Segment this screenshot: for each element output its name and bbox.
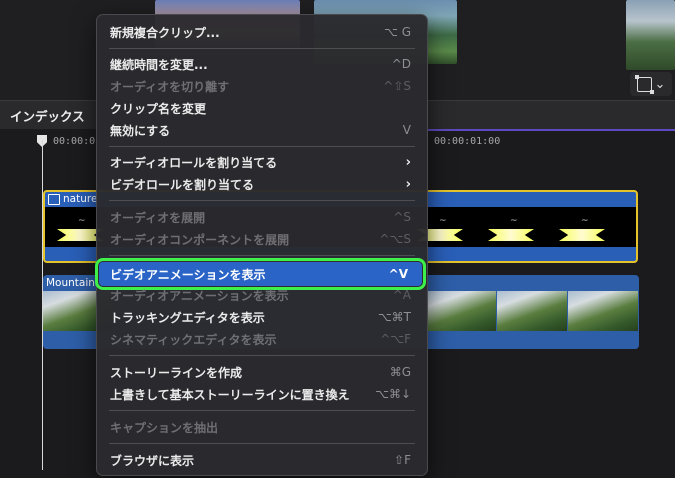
clip-label: nature: [48, 193, 97, 205]
menu-item-label: オーディオを切り離す: [110, 79, 230, 94]
menu-separator: [109, 255, 415, 256]
clip-frame: [497, 291, 567, 331]
menu-separator: [109, 146, 415, 147]
menu-item-show-cinematic-editor: シネマティックエディタを表示 ^⌥F: [97, 328, 427, 350]
menu-item-shortcut: ^A: [392, 288, 411, 302]
menu-item-disable[interactable]: 無効にする V: [97, 119, 427, 141]
menu-item-show-audio-animation: オーディオアニメーションを表示 ^A: [97, 284, 427, 306]
menu-item-label: オーディオロールを割り当てる: [110, 155, 278, 170]
menu-item-label: ビデオアニメーションを表示: [110, 267, 266, 282]
title-mark: ~: [439, 216, 447, 226]
menu-item-shortcut: ^V: [388, 267, 408, 281]
menu-item-shortcut: ⇧F: [394, 453, 411, 467]
menu-item-shortcut: ⌘G: [389, 365, 411, 379]
menu-item-label: トラッキングエディタを表示: [110, 310, 265, 325]
menu-item-label: オーディオコンポーネントを展開: [110, 232, 290, 247]
menu-item-show-tracking-editor[interactable]: トラッキングエディタを表示 ⌥⌘T: [97, 306, 427, 328]
menu-item-label: 継続時間を変更...: [110, 57, 208, 72]
menu-item-new-compound-clip[interactable]: 新規複合クリップ... ⌥ G: [97, 21, 427, 43]
menu-item-detach-audio: オーディオを切り離す ^⇧S: [97, 75, 427, 97]
ruler-timecode-1s: 00:00:01:00: [434, 136, 501, 147]
clip-frame: [426, 291, 496, 331]
menu-separator: [109, 200, 415, 201]
clip-frame: [568, 291, 638, 331]
index-button[interactable]: インデックス: [10, 106, 85, 125]
menu-item-overwrite-primary-storyline[interactable]: 上書きして基本ストーリーラインに置き換え ⌥⌘↓: [97, 383, 427, 405]
menu-item-create-storyline[interactable]: ストーリーラインを作成 ⌘G: [97, 361, 427, 383]
menu-item-extract-captions: キャプションを抽出: [97, 416, 427, 438]
menu-item-label: ビデオロールを割り当てる: [110, 177, 255, 192]
menu-item-shortcut: V: [402, 123, 411, 137]
menu-item-shortcut: ^⇧S: [383, 79, 411, 93]
context-menu: 新規複合クリップ... ⌥ G 継続時間を変更... ^D オーディオを切り離す…: [95, 14, 428, 476]
menu-item-assign-audio-roles[interactable]: オーディオロールを割り当てる ›: [97, 151, 427, 173]
title-mark: ~: [510, 216, 518, 226]
menu-item-shortcut: ^S: [393, 210, 411, 224]
menu-item-shortcut: ⌥⌘T: [377, 310, 411, 324]
transform-icon: [634, 74, 654, 94]
menu-separator: [109, 410, 415, 411]
menu-item-label: オーディオアニメーションを表示: [110, 288, 289, 303]
chevron-right-icon: ›: [405, 154, 411, 170]
clip-name: Mountains: [46, 277, 101, 289]
menu-item-label: シネマティックエディタを表示: [110, 332, 277, 347]
menu-item-assign-video-roles[interactable]: ビデオロールを割り当てる ›: [97, 173, 427, 195]
menu-item-show-video-animation[interactable]: ビデオアニメーションを表示 ^V: [95, 258, 426, 290]
menu-item-label: 新規複合クリップ...: [110, 25, 220, 40]
menu-item-expand-audio-components: オーディオコンポーネントを展開 ^⌥S: [97, 228, 427, 250]
menu-item-label: オーディオを展開: [110, 210, 206, 225]
menu-item-label: ブラウザに表示: [110, 453, 195, 468]
menu-item-shortcut: ^D: [391, 57, 411, 71]
menu-separator: [109, 48, 415, 49]
menu-item-reveal-in-browser[interactable]: ブラウザに表示 ⇧F: [97, 449, 427, 471]
menu-separator: [109, 443, 415, 444]
menu-item-label: 無効にする: [110, 123, 171, 138]
compound-clip-icon: [48, 193, 60, 205]
playhead[interactable]: [42, 140, 43, 470]
menu-item-shortcut: ^⌥S: [379, 232, 412, 246]
chevron-down-icon: ⌄: [654, 76, 666, 92]
menu-item-label: ストーリーラインを作成: [110, 365, 243, 380]
menu-item-label: クリップ名を変更: [110, 101, 207, 116]
menu-item-change-duration[interactable]: 継続時間を変更... ^D: [97, 53, 427, 75]
menu-item-expand-audio: オーディオを展開 ^S: [97, 206, 427, 228]
clip-name: nature: [63, 193, 98, 205]
viewer-preview: [626, 0, 675, 70]
menu-item-shortcut: ^⌥F: [380, 332, 411, 346]
menu-item-label: キャプションを抽出: [110, 420, 219, 435]
chevron-right-icon: ›: [405, 176, 411, 192]
title-mark: ~: [581, 216, 589, 226]
menu-item-label: 上書きして基本ストーリーラインに置き換え: [110, 387, 350, 402]
menu-separator: [109, 355, 415, 356]
menu-item-shortcut: ⌥ G: [384, 25, 411, 39]
transform-tool-button[interactable]: ⌄: [630, 72, 672, 96]
title-mark: ~: [78, 216, 86, 226]
ruler-timecode-start: 00:00:0: [53, 136, 96, 147]
range-indicator: [425, 129, 675, 131]
menu-item-rename-clip[interactable]: クリップ名を変更: [97, 97, 427, 119]
menu-item-shortcut: ⌥⌘↓: [375, 387, 411, 401]
